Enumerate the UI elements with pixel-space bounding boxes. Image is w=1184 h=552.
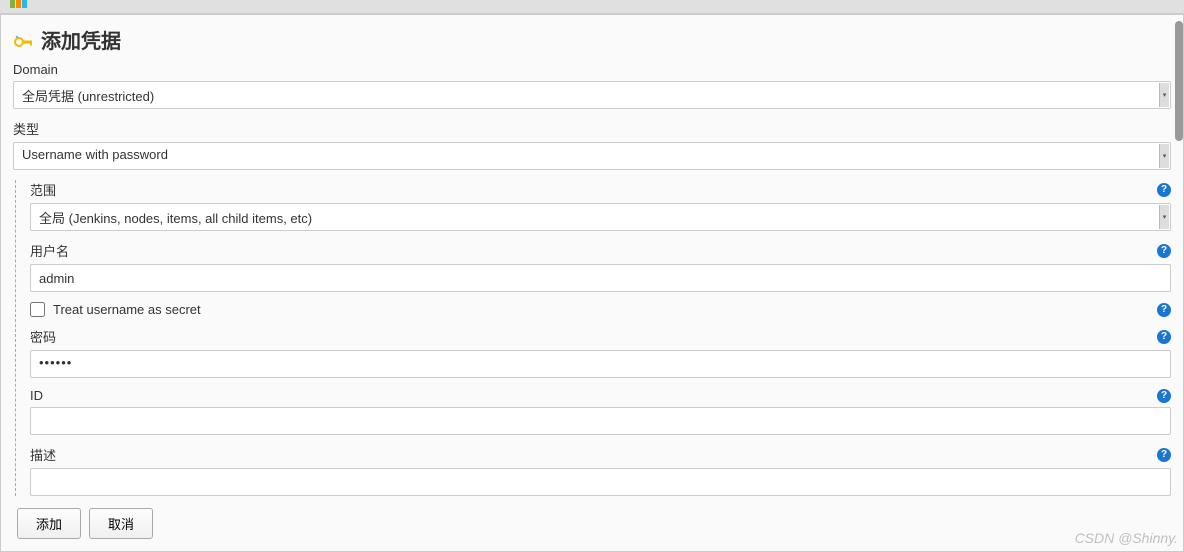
id-label: ID [30, 388, 43, 403]
kind-select[interactable]: Username with password [13, 142, 1171, 170]
key-icon [13, 31, 35, 49]
field-domain: Domain 全局凭据 (unrestricted) ▾ [13, 62, 1171, 109]
field-id: ID ? [30, 388, 1171, 435]
page-title: 添加凭据 [13, 25, 1171, 54]
field-username: 用户名 ? [30, 241, 1171, 292]
cancel-button[interactable]: 取消 [89, 508, 153, 539]
help-icon[interactable]: ? [1157, 389, 1171, 403]
treat-secret-wrapper[interactable]: Treat username as secret [30, 302, 201, 317]
description-label: 描述 [30, 445, 56, 464]
domain-label: Domain [13, 62, 58, 77]
help-icon[interactable]: ? [1157, 244, 1171, 258]
button-row: 添加 取消 [13, 508, 1171, 539]
breadcrumb-icons [10, 0, 27, 8]
username-input[interactable] [30, 264, 1171, 292]
field-scope: 范围 ? 全局 (Jenkins, nodes, items, all chil… [30, 180, 1171, 231]
help-icon[interactable]: ? [1157, 448, 1171, 462]
password-label: 密码 [30, 327, 56, 346]
field-treat-secret: Treat username as secret ? [30, 302, 1171, 317]
domain-select[interactable]: 全局凭据 (unrestricted) [13, 81, 1171, 109]
add-button[interactable]: 添加 [17, 508, 81, 539]
field-kind: 类型 Username with password ▾ [13, 119, 1171, 170]
kind-label: 类型 [13, 119, 39, 138]
username-label: 用户名 [30, 241, 69, 260]
id-input[interactable] [30, 407, 1171, 435]
description-input[interactable] [30, 468, 1171, 496]
treat-secret-checkbox[interactable] [30, 302, 45, 317]
window-top-strip [0, 0, 1184, 14]
help-icon[interactable]: ? [1157, 303, 1171, 317]
scope-select[interactable]: 全局 (Jenkins, nodes, items, all child ite… [30, 203, 1171, 231]
main-panel: 添加凭据 Domain 全局凭据 (unrestricted) ▾ 类型 Use… [0, 14, 1184, 552]
page-title-text: 添加凭据 [41, 25, 121, 54]
password-input[interactable]: •••••• [30, 350, 1171, 378]
scrollbar-thumb[interactable] [1175, 21, 1183, 141]
treat-secret-label: Treat username as secret [53, 302, 201, 317]
field-password: 密码 ? •••••• [30, 327, 1171, 378]
nested-fields: 范围 ? 全局 (Jenkins, nodes, items, all chil… [15, 180, 1171, 496]
help-icon[interactable]: ? [1157, 183, 1171, 197]
help-icon[interactable]: ? [1157, 330, 1171, 344]
scope-label: 范围 [30, 180, 56, 199]
field-description: 描述 ? [30, 445, 1171, 496]
